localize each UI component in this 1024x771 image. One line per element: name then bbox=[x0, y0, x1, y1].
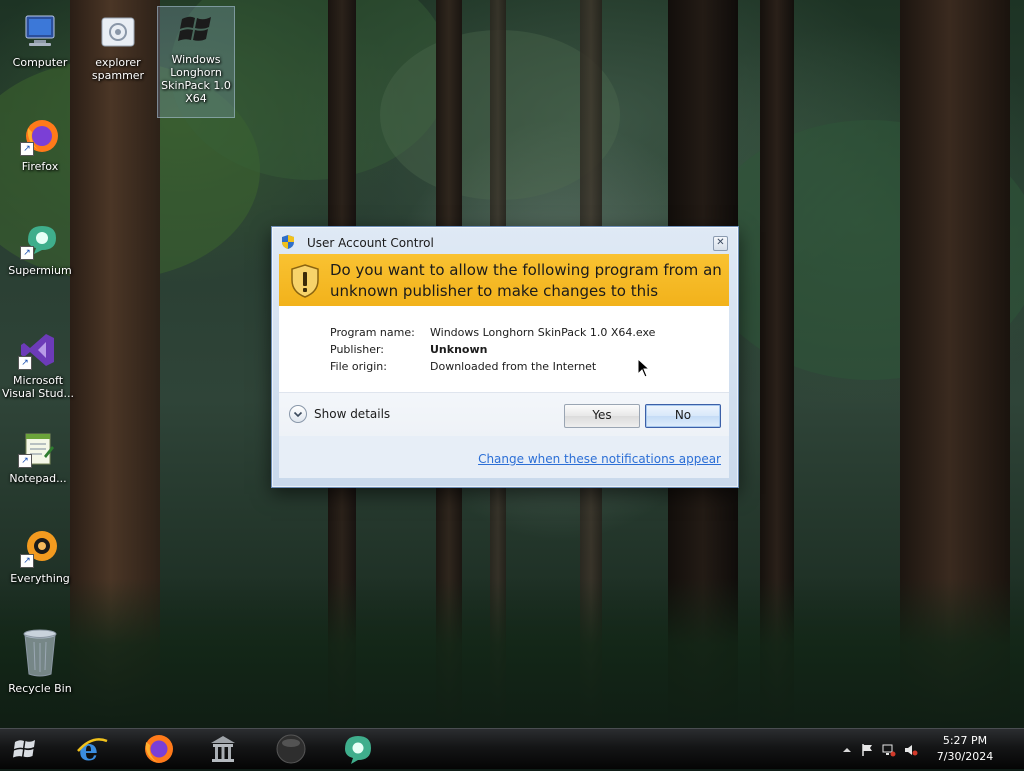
program-name-value: Windows Longhorn SkinPack 1.0 X64.exe bbox=[430, 326, 656, 339]
computer-icon bbox=[20, 12, 60, 52]
uac-dialog: User Account Control ✕ Do you want to al… bbox=[271, 226, 739, 488]
uac-titlebar[interactable]: User Account Control ✕ bbox=[272, 227, 738, 255]
desktop-icon-label: Notepad... bbox=[9, 472, 67, 485]
shortcut-arrow-icon: ↗ bbox=[18, 356, 32, 370]
taskbar: e 5:27 PM 7/30/2024 bbox=[0, 728, 1024, 769]
start-button[interactable] bbox=[8, 732, 42, 766]
clock-time: 5:27 PM bbox=[942, 734, 988, 747]
desktop-icon-visual-studio[interactable]: ↗ Microsoft Visual Stud... bbox=[0, 330, 76, 400]
file-origin-value: Downloaded from the Internet bbox=[430, 360, 597, 373]
close-icon[interactable]: ✕ bbox=[713, 236, 728, 251]
program-icon bbox=[98, 12, 138, 52]
show-hidden-icons-icon[interactable] bbox=[840, 742, 854, 756]
desktop-icon-computer[interactable]: Computer bbox=[2, 12, 78, 69]
desktop-icon-label: Recycle Bin bbox=[8, 682, 72, 695]
desktop-icon-recycle-bin[interactable]: Recycle Bin bbox=[2, 626, 78, 695]
show-details-label: Show details bbox=[314, 407, 391, 421]
desktop-icon-skinpack[interactable]: Windows Longhorn SkinPack 1.0 X64 bbox=[157, 6, 235, 118]
everything-icon: ↗ bbox=[20, 528, 60, 568]
volume-muted-icon[interactable] bbox=[904, 742, 918, 756]
firefox-icon[interactable] bbox=[140, 731, 176, 767]
system-tray: 5:27 PM 7/30/2024 bbox=[834, 729, 1024, 769]
desktop-icon-label: Windows Longhorn SkinPack 1.0 X64 bbox=[161, 53, 231, 105]
file-manager-icon[interactable] bbox=[205, 731, 241, 767]
desktop-icon-explorer-spammer[interactable]: explorer spammer bbox=[80, 12, 156, 82]
desktop-icon-label: Microsoft Visual Stud... bbox=[1, 374, 75, 400]
desktop-icon-label: Supermium bbox=[8, 264, 72, 277]
media-player-icon[interactable] bbox=[273, 731, 309, 767]
svg-text:e: e bbox=[79, 733, 98, 767]
publisher-label: Publisher: bbox=[330, 343, 385, 356]
program-name-label: Program name: bbox=[330, 326, 415, 339]
visual-studio-icon: ↗ bbox=[18, 330, 58, 370]
windows-logo-icon bbox=[13, 740, 35, 758]
supermium-icon: ↗ bbox=[20, 220, 60, 260]
taskbar-clock[interactable]: 5:27 PM 7/30/2024 bbox=[930, 733, 1000, 765]
yes-button[interactable]: Yes bbox=[564, 404, 640, 428]
internet-explorer-icon[interactable]: e bbox=[74, 731, 110, 768]
chevron-down-icon bbox=[289, 405, 307, 423]
notepad-icon: ↗ bbox=[18, 428, 58, 468]
action-center-flag-icon[interactable] bbox=[860, 742, 874, 756]
desktop-icon-everything[interactable]: ↗ Everything bbox=[2, 528, 78, 585]
supermium-icon[interactable] bbox=[340, 731, 376, 767]
network-icon[interactable] bbox=[882, 742, 896, 757]
windows-flag-icon bbox=[176, 9, 216, 49]
publisher-value: Unknown bbox=[430, 343, 488, 356]
shortcut-arrow-icon: ↗ bbox=[20, 246, 34, 260]
clock-date: 7/30/2024 bbox=[936, 750, 994, 763]
shortcut-arrow-icon: ↗ bbox=[20, 554, 34, 568]
no-button[interactable]: No bbox=[645, 404, 721, 428]
uac-warning-banner: Do you want to allow the following progr… bbox=[279, 254, 729, 321]
uac-action-bar: Show details Yes No bbox=[279, 392, 729, 437]
file-origin-label: File origin: bbox=[330, 360, 387, 373]
desktop-icon-label: explorer spammer bbox=[91, 56, 145, 82]
desktop-icon-notepad[interactable]: ↗ Notepad... bbox=[0, 428, 76, 485]
desktop-icon-label: Firefox bbox=[21, 160, 59, 173]
shortcut-arrow-icon: ↗ bbox=[20, 142, 34, 156]
uac-footer: Change when these notifications appear bbox=[279, 436, 729, 478]
desktop-icon-firefox[interactable]: ↗ Firefox bbox=[2, 116, 78, 173]
warning-shield-icon bbox=[290, 264, 320, 298]
uac-program-info: Program name: Windows Longhorn SkinPack … bbox=[279, 306, 729, 392]
mouse-cursor-icon bbox=[637, 357, 651, 378]
firefox-icon: ↗ bbox=[20, 116, 60, 156]
change-notifications-link[interactable]: Change when these notifications appear bbox=[478, 452, 721, 466]
shield-icon bbox=[280, 234, 296, 250]
desktop-icon-label: Everything bbox=[10, 572, 70, 585]
recycle-bin-icon bbox=[20, 626, 60, 678]
uac-title: User Account Control bbox=[307, 236, 434, 250]
desktop-icon-label: Computer bbox=[12, 56, 68, 69]
desktop-icon-supermium[interactable]: ↗ Supermium bbox=[2, 220, 78, 277]
shortcut-arrow-icon: ↗ bbox=[18, 454, 32, 468]
